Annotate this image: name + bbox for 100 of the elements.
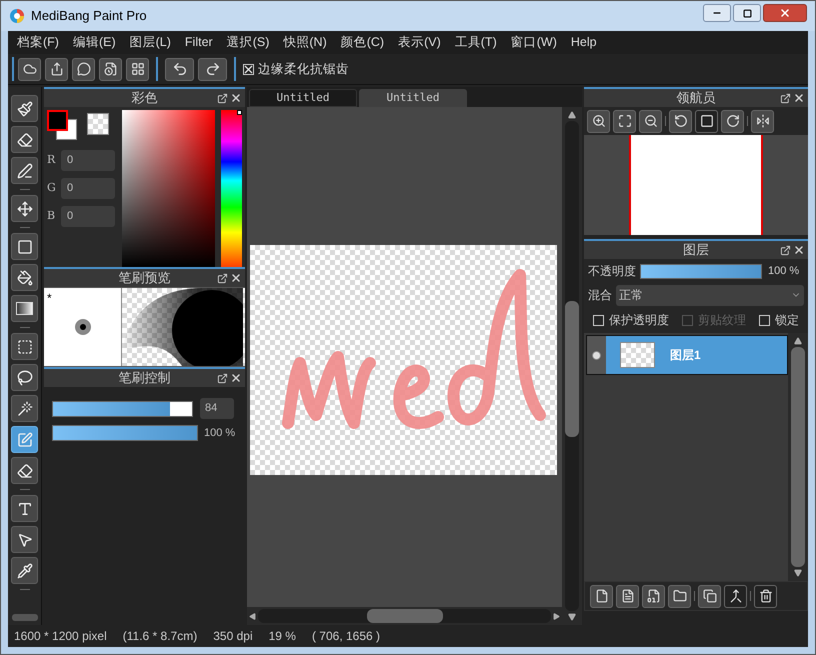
layer-option-label: 锁定 (775, 312, 799, 329)
brush-size-slider[interactable] (52, 400, 193, 416)
speech-bubble-button[interactable] (72, 58, 95, 80)
toolbar-grip[interactable] (12, 614, 38, 621)
menu-item[interactable]: Filter (178, 33, 220, 52)
color-swatches[interactable] (47, 110, 77, 140)
eyedropper-icon (16, 562, 32, 578)
select-tool-button[interactable] (11, 333, 38, 360)
close-icon[interactable] (793, 244, 805, 256)
gradient-tool-button[interactable] (11, 295, 38, 322)
text-tool-button[interactable] (11, 495, 38, 522)
fit-view-icon (618, 114, 632, 128)
antialias-label: 边缘柔化抗锯齿 (258, 60, 349, 78)
scroll-up-icon[interactable] (568, 111, 576, 119)
vertical-scroll-thumb[interactable] (565, 301, 579, 437)
close-icon[interactable] (230, 372, 242, 384)
brush-opacity-slider[interactable] (52, 425, 198, 442)
brush-size-value[interactable]: 84 (200, 398, 234, 419)
blend-label: 混合 (588, 287, 612, 304)
scroll-down-icon[interactable] (794, 569, 802, 577)
eraser-tool-button[interactable] (11, 126, 38, 153)
menu-item[interactable]: 工具(T) (448, 33, 504, 52)
fill-shape-tool-button[interactable] (11, 233, 38, 260)
transparent-color-swatch[interactable] (87, 113, 109, 135)
blend-mode-dropdown[interactable]: 正常 (616, 284, 804, 306)
select-eraser-icon (16, 462, 32, 478)
rotate-left-button[interactable] (669, 110, 692, 132)
zoom-out-button[interactable] (639, 110, 662, 132)
horizontal-scroll-thumb[interactable] (366, 609, 442, 623)
brush-dot-icon (74, 319, 90, 335)
menu-item[interactable]: 表示(V) (391, 33, 448, 52)
menu-item[interactable]: 编辑(E) (66, 33, 123, 52)
scroll-left-icon[interactable] (249, 612, 256, 620)
rotate-right-button[interactable] (721, 110, 744, 132)
eyedropper-tool-button[interactable] (11, 557, 38, 584)
bucket-icon (16, 270, 32, 286)
flip-button[interactable] (751, 110, 774, 132)
menu-item[interactable]: 颜色(C) (334, 33, 392, 52)
lasso-tool-button[interactable] (11, 364, 38, 391)
export-icon (50, 62, 64, 76)
new-folder-button[interactable] (668, 584, 691, 608)
zoom-in-button[interactable] (587, 110, 610, 132)
close-icon[interactable] (230, 272, 242, 284)
cloud-icon (22, 62, 36, 76)
menu-item[interactable]: 快照(N) (276, 33, 334, 52)
undo-button[interactable] (165, 58, 194, 80)
actual-size-icon (700, 114, 714, 128)
new-layer-button[interactable] (590, 584, 613, 608)
dot-tool-button[interactable] (11, 157, 38, 184)
rotate-left-icon (674, 114, 688, 128)
grid-button[interactable] (126, 58, 149, 80)
menu-item[interactable]: Help (564, 33, 604, 52)
scroll-down-icon[interactable] (568, 613, 576, 621)
undock-icon[interactable] (217, 372, 228, 384)
menu-item[interactable]: 窗口(W) (504, 33, 564, 52)
saturation-value-picker[interactable] (122, 110, 216, 267)
scroll-up-icon[interactable] (794, 337, 802, 345)
close-icon[interactable] (230, 92, 242, 104)
brush-tool-button[interactable] (11, 95, 38, 122)
export-button[interactable] (45, 58, 68, 80)
channel-input[interactable]: 0 (61, 206, 115, 226)
document-tab[interactable]: Untitled (249, 89, 357, 107)
menu-item[interactable]: 選択(S) (220, 33, 276, 52)
merge-layer-button[interactable] (724, 584, 747, 608)
magic-wand-tool-button[interactable] (11, 395, 38, 422)
bucket-tool-button[interactable] (11, 264, 38, 291)
layer-scroll-thumb[interactable] (791, 347, 805, 567)
brush-icon (16, 100, 32, 116)
undock-icon[interactable] (217, 272, 228, 284)
new-1bit-layer-button[interactable] (642, 584, 665, 608)
close-button[interactable] (763, 4, 807, 22)
menu-item[interactable]: 图层(L) (122, 33, 178, 52)
redo-button[interactable] (198, 58, 227, 80)
menu-item[interactable]: 档案(F) (10, 33, 66, 52)
flip-icon (756, 114, 770, 128)
hue-marker[interactable] (237, 110, 242, 115)
speech-bubble-icon (76, 62, 90, 76)
new-8bit-layer-button[interactable] (616, 584, 639, 608)
undock-icon[interactable] (217, 92, 228, 104)
close-icon[interactable] (793, 92, 805, 104)
channel-input[interactable]: 0 (61, 178, 115, 198)
delete-layer-button[interactable] (754, 584, 777, 608)
undock-icon[interactable] (780, 92, 791, 104)
select-eraser-tool-button[interactable] (11, 457, 38, 484)
document-tab[interactable]: Untitled (359, 89, 467, 107)
hue-slider[interactable] (221, 110, 242, 267)
duplicate-layer-button[interactable] (698, 584, 721, 608)
maximize-button[interactable] (733, 4, 761, 22)
undock-icon[interactable] (780, 244, 791, 256)
layer-name: 图层1 (670, 347, 701, 364)
scroll-right-icon[interactable] (553, 612, 560, 620)
layer-opacity-slider[interactable] (640, 264, 762, 278)
file-clock-button[interactable] (99, 58, 122, 80)
actual-size-button[interactable] (695, 110, 718, 132)
fit-view-button[interactable] (613, 110, 636, 132)
move-tool-button[interactable] (11, 195, 38, 222)
cloud-button[interactable] (18, 58, 41, 80)
operation-tool-button[interactable] (11, 526, 38, 553)
layer-option-label: 保护透明度 (609, 312, 669, 329)
channel-input[interactable]: 0 (61, 150, 115, 170)
